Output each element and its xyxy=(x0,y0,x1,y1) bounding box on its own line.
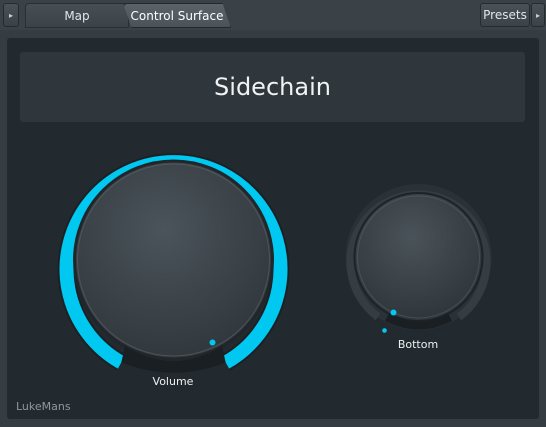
volume-knob-label: Volume xyxy=(152,375,194,388)
plugin-menu-button[interactable]: ▸ xyxy=(3,3,19,27)
triangle-right-icon: ▸ xyxy=(8,10,13,20)
volume-knob-graphic xyxy=(57,153,492,373)
bottom-knob-label: Bottom xyxy=(397,338,439,351)
tab-map[interactable]: Map xyxy=(25,3,129,28)
volume-knob[interactable] xyxy=(73,159,274,361)
author-credit: LukeMans xyxy=(16,400,71,413)
triangle-right-icon: ▸ xyxy=(535,10,540,20)
presets-button[interactable]: Presets xyxy=(480,3,530,27)
tab-control-surface[interactable]: Control Surface xyxy=(123,3,231,28)
bottom-knob-min-marker xyxy=(382,328,387,333)
control-surface-panel: Sidechain Volume Bottom LukeMans xyxy=(7,38,539,419)
bottom-knob-indicator xyxy=(390,309,397,316)
toolbar: ▸ Map Control Surface Presets ▸ xyxy=(0,0,546,30)
presets-next-button[interactable]: ▸ xyxy=(531,3,545,27)
bottom-knob[interactable] xyxy=(353,192,484,322)
volume-knob-indicator xyxy=(209,339,216,346)
